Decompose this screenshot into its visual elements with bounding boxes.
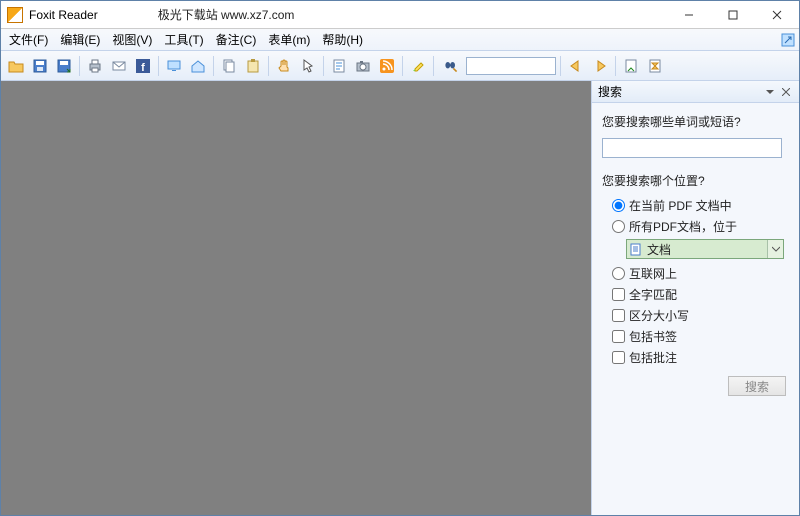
panel-close-icon[interactable]: [779, 85, 793, 99]
panel-dropdown-icon[interactable]: [763, 85, 777, 99]
menu-edit[interactable]: 编辑(E): [54, 29, 106, 50]
select-tool-button[interactable]: [297, 55, 319, 77]
home-button[interactable]: [187, 55, 209, 77]
radio-all-docs[interactable]: [612, 220, 625, 233]
find-button[interactable]: [438, 55, 464, 77]
maximize-button[interactable]: [711, 3, 755, 27]
toolbar: f: [1, 51, 799, 81]
print-button[interactable]: [84, 55, 106, 77]
timer-button[interactable]: [644, 55, 666, 77]
search-question-1: 您要搜索哪些单词或短语?: [602, 113, 789, 130]
menu-file[interactable]: 文件(F): [3, 29, 54, 50]
checkbox-bookmarks[interactable]: [612, 330, 625, 343]
menu-view[interactable]: 视图(V): [106, 29, 158, 50]
search-question-2: 您要搜索哪个位置?: [602, 172, 789, 189]
svg-text:f: f: [141, 62, 145, 74]
toolbar-search-input[interactable]: [466, 57, 556, 75]
menu-tool[interactable]: 工具(T): [158, 29, 209, 50]
opt-case-label: 区分大小写: [629, 307, 689, 324]
opt-all-docs[interactable]: 所有PDF文档，位于: [612, 218, 789, 235]
checkbox-wholeword[interactable]: [612, 288, 625, 301]
search-button[interactable]: 搜索: [728, 376, 786, 396]
document-button[interactable]: [620, 55, 642, 77]
saveas-button[interactable]: [53, 55, 75, 77]
app-title: Foxit Reader: [29, 8, 98, 22]
copy-button[interactable]: [218, 55, 240, 77]
menubar: 文件(F) 编辑(E) 视图(V) 工具(T) 备注(C) 表单(m) 帮助(H…: [1, 29, 799, 51]
close-button[interactable]: [755, 3, 799, 27]
app-icon: [7, 7, 23, 23]
rss-button[interactable]: [376, 55, 398, 77]
opt-bookmarks-label: 包括书签: [629, 328, 677, 345]
camera-button[interactable]: [352, 55, 374, 77]
expand-icon[interactable]: [779, 31, 797, 49]
paste-button[interactable]: [242, 55, 264, 77]
panel-body: 您要搜索哪些单词或短语? 您要搜索哪个位置? 在当前 PDF 文档中 所有PDF…: [592, 103, 799, 406]
opt-current-doc[interactable]: 在当前 PDF 文档中: [612, 197, 789, 214]
checkbox-case[interactable]: [612, 309, 625, 322]
text-select-button[interactable]: [328, 55, 350, 77]
folder-doc-icon: [629, 242, 643, 256]
highlight-button[interactable]: [407, 55, 429, 77]
radio-current-doc[interactable]: [612, 199, 625, 212]
checkbox-annotations[interactable]: [612, 351, 625, 364]
menu-form[interactable]: 表单(m): [262, 29, 316, 50]
next-button[interactable]: [589, 55, 611, 77]
save-button[interactable]: [29, 55, 51, 77]
opt-internet-label: 互联网上: [629, 265, 677, 282]
hand-tool-button[interactable]: [273, 55, 295, 77]
menu-help[interactable]: 帮助(H): [316, 29, 369, 50]
opt-annotations-label: 包括批注: [629, 349, 677, 366]
menu-comment[interactable]: 备注(C): [210, 29, 263, 50]
opt-wholeword[interactable]: 全字匹配: [612, 286, 789, 303]
prev-button[interactable]: [565, 55, 587, 77]
folder-select[interactable]: 文档: [626, 239, 784, 259]
chevron-down-icon[interactable]: [767, 240, 783, 258]
minimize-button[interactable]: [667, 3, 711, 27]
search-button-label: 搜索: [745, 378, 769, 395]
subtitle-text: 极光下载站 www.xz7.com: [158, 6, 295, 23]
panel-title: 搜索: [598, 83, 622, 100]
opt-bookmarks[interactable]: 包括书签: [612, 328, 789, 345]
search-panel: 搜索 您要搜索哪些单词或短语? 您要搜索哪个位置? 在当前 PDF 文档中 所有…: [591, 81, 799, 515]
email-button[interactable]: [108, 55, 130, 77]
search-text-input[interactable]: [602, 138, 782, 158]
document-area[interactable]: [1, 81, 591, 515]
titlebar: Foxit Reader 极光下载站 www.xz7.com: [1, 1, 799, 29]
radio-internet[interactable]: [612, 267, 625, 280]
opt-case[interactable]: 区分大小写: [612, 307, 789, 324]
opt-all-docs-label: 所有PDF文档，位于: [629, 218, 737, 235]
panel-header: 搜索: [592, 81, 799, 103]
facebook-button[interactable]: f: [132, 55, 154, 77]
folder-label: 文档: [647, 241, 671, 258]
opt-internet[interactable]: 互联网上: [612, 265, 789, 282]
opt-wholeword-label: 全字匹配: [629, 286, 677, 303]
screen-button[interactable]: [163, 55, 185, 77]
content-area: 搜索 您要搜索哪些单词或短语? 您要搜索哪个位置? 在当前 PDF 文档中 所有…: [1, 81, 799, 515]
opt-current-doc-label: 在当前 PDF 文档中: [629, 197, 732, 214]
open-button[interactable]: [5, 55, 27, 77]
opt-annotations[interactable]: 包括批注: [612, 349, 789, 366]
